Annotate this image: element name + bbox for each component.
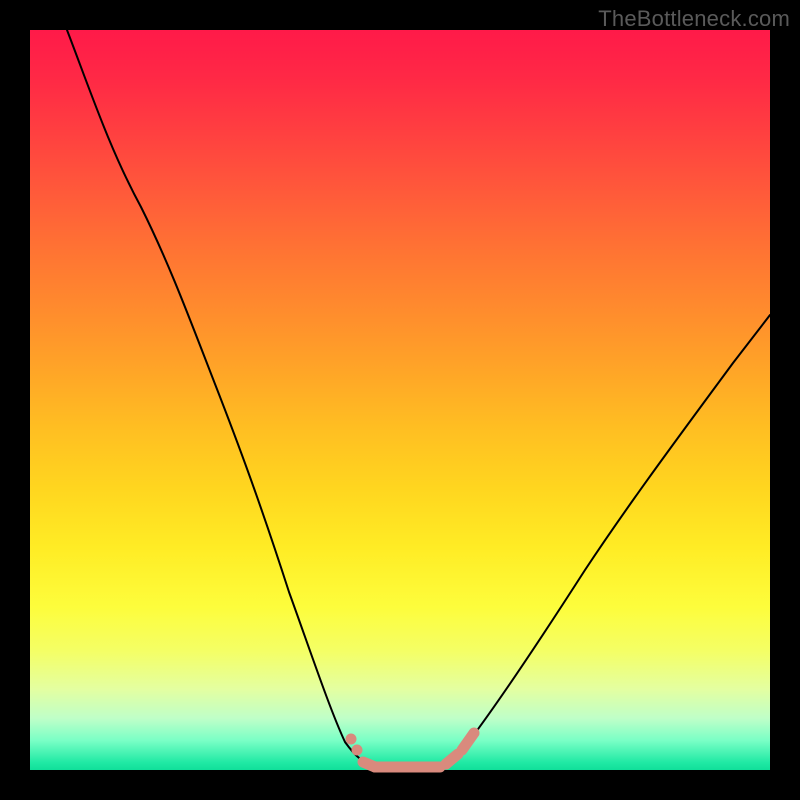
watermark-text: TheBottleneck.com <box>598 6 790 32</box>
bottleneck-curve <box>67 30 770 767</box>
chart-frame: TheBottleneck.com <box>0 0 800 800</box>
curve-layer <box>30 30 770 770</box>
optimal-highlight <box>346 733 475 770</box>
plot-area <box>30 30 770 770</box>
